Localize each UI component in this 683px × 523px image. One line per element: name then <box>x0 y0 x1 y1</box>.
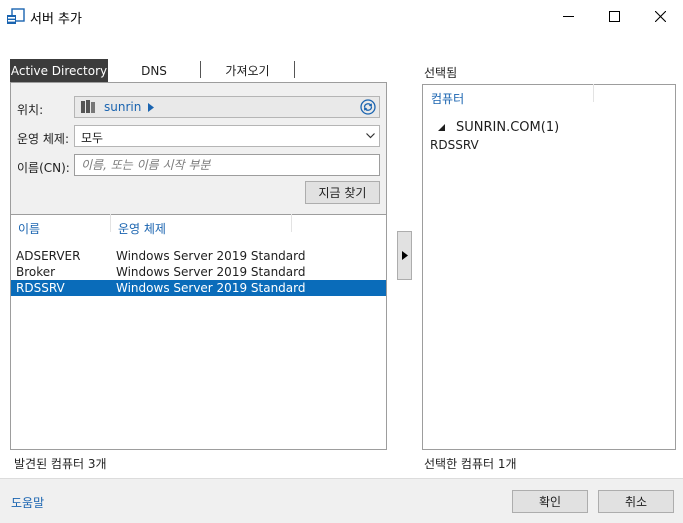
help-link[interactable]: 도움말 <box>11 494 44 511</box>
add-arrow-icon <box>401 251 408 260</box>
window-title: 서버 추가 <box>30 12 82 27</box>
chevron-down-icon <box>366 133 375 139</box>
row-os: Windows Server 2019 Standard <box>116 249 306 263</box>
selected-group[interactable]: SUNRIN.COM(1) <box>456 120 559 135</box>
selected-count: 선택한 컴퓨터 1개 <box>424 457 517 471</box>
row-name: Broker <box>16 265 56 279</box>
close-icon <box>654 10 666 22</box>
row-name: RDSSRV <box>16 281 65 295</box>
tab-import[interactable]: 가져오기 <box>201 59 294 82</box>
ok-button[interactable]: 확인 <box>512 490 588 513</box>
tab-divider <box>294 61 295 78</box>
os-selected-value: 모두 <box>81 131 104 145</box>
row-os: Windows Server 2019 Standard <box>116 281 306 295</box>
selected-column-header[interactable]: 컴퓨터 <box>431 90 464 107</box>
row-name: ADSERVER <box>16 249 81 263</box>
close-button[interactable] <box>637 0 683 32</box>
add-to-selected-button[interactable] <box>397 231 412 280</box>
chevron-right-icon[interactable] <box>148 103 154 112</box>
tab-active-directory[interactable]: Active Directory <box>10 59 108 82</box>
column-divider[interactable] <box>291 214 292 232</box>
minimize-button[interactable] <box>545 0 591 32</box>
server-manager-icon <box>7 8 25 24</box>
maximize-button[interactable] <box>591 0 637 32</box>
column-header-name[interactable]: 이름 <box>18 220 40 237</box>
location-label: 위치: <box>17 103 44 117</box>
minimize-icon <box>562 15 574 17</box>
selected-heading: 선택됨 <box>424 66 458 80</box>
column-divider[interactable] <box>110 214 111 232</box>
os-label: 운영 체제: <box>17 132 70 146</box>
table-row[interactable]: ADSERVER Windows Server 2019 Standard <box>11 248 386 264</box>
find-now-button[interactable]: 지금 찾기 <box>305 181 380 204</box>
tab-dns[interactable]: DNS <box>108 59 200 82</box>
column-divider[interactable] <box>593 84 594 102</box>
location-value: sunrin <box>104 100 142 114</box>
selected-item[interactable]: RDSSRV <box>430 138 479 152</box>
os-select[interactable] <box>74 125 380 147</box>
name-input[interactable] <box>74 154 380 176</box>
name-label: 이름(CN): <box>17 161 70 175</box>
column-header-os[interactable]: 운영 체제 <box>118 220 166 237</box>
row-os: Windows Server 2019 Standard <box>116 265 306 279</box>
table-row-selected[interactable]: RDSSRV Windows Server 2019 Standard <box>11 280 386 296</box>
found-count: 발견된 컴퓨터 3개 <box>14 457 107 471</box>
cancel-button[interactable]: 취소 <box>598 490 674 513</box>
server-icon <box>81 100 95 113</box>
table-row[interactable]: Broker Windows Server 2019 Standard <box>11 264 386 280</box>
maximize-icon <box>608 10 620 22</box>
collapse-triangle-icon[interactable] <box>438 124 445 131</box>
refresh-icon[interactable] <box>360 99 376 115</box>
